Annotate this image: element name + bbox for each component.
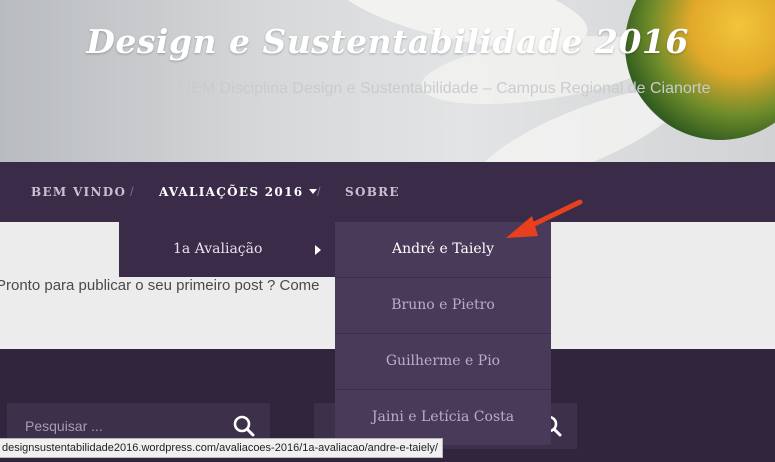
nav-separator: / xyxy=(130,184,134,199)
submenu-item-guilherme-e-pio[interactable]: Guilherme e Pio xyxy=(335,334,551,390)
dropdown-submenu-2: André e Taiely Bruno e Pietro Guilherme … xyxy=(335,222,551,446)
submenu-item-1a-avaliacao[interactable]: 1a Avaliação xyxy=(173,222,262,277)
site-description: UEM Disciplina Design e Sustentabilidade… xyxy=(179,80,711,97)
nav-item-bem-vindo[interactable]: BEM VINDO xyxy=(31,162,126,222)
annotation-arrow-icon xyxy=(506,199,583,238)
content-text: Pronto para publicar o seu primeiro post… xyxy=(0,277,320,294)
nav-separator: / xyxy=(317,184,321,199)
chevron-right-icon xyxy=(315,245,321,255)
submenu-item-bruno-e-pietro[interactable]: Bruno e Pietro xyxy=(335,278,551,334)
header-banner: Design e Sustentabilidade 2016 UEM Disci… xyxy=(0,0,775,162)
main-nav: BEM VINDO / AVALIAÇÕES 2016 / SOBRE xyxy=(0,162,775,222)
nav-item-avaliacoes-label: AVALIAÇÕES 2016 xyxy=(159,185,304,199)
nav-item-avaliacoes[interactable]: AVALIAÇÕES 2016 xyxy=(159,162,318,222)
nav-item-sobre[interactable]: SOBRE xyxy=(345,162,400,222)
site-title[interactable]: Design e Sustentabilidade 2016 xyxy=(0,22,775,61)
dropdown-submenu[interactable]: 1a Avaliação xyxy=(119,222,335,277)
search-icon[interactable] xyxy=(233,415,255,437)
status-bar-url: designsustentabilidade2016.wordpress.com… xyxy=(0,438,443,458)
